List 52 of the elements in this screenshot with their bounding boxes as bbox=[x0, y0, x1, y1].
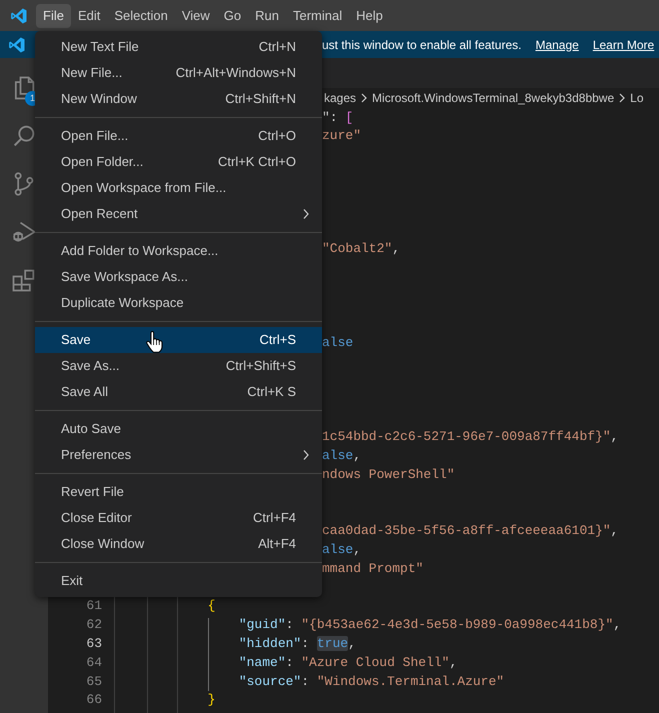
code-line: } bbox=[206, 691, 216, 710]
menu-item-label: Revert File bbox=[61, 483, 124, 502]
line-number: 62 bbox=[85, 616, 102, 634]
line-number: 61 bbox=[85, 597, 102, 616]
code-line: "source": "Windows.Terminal.Azure" bbox=[238, 672, 504, 691]
code-line: alse, bbox=[322, 447, 362, 466]
menu-item-label: Add Folder to Workspace... bbox=[61, 242, 218, 260]
menu-item-label: Close Editor bbox=[61, 509, 132, 528]
code-line: alse bbox=[322, 334, 354, 352]
code-line: "Cobalt2", bbox=[322, 240, 400, 258]
menu-item-label: New File... bbox=[61, 64, 122, 82]
code-line: "guid": "{b453ae62-4e3d-5e58-b989-0a998ec441b8}", bbox=[238, 616, 622, 634]
shortcut-label: Ctrl+F4 bbox=[253, 509, 296, 528]
shortcut-label: Ctrl+N bbox=[258, 38, 296, 56]
menu-item-label: Save Workspace As... bbox=[61, 268, 188, 286]
menu-item-label: New Window bbox=[61, 90, 137, 108]
banner-message: ust this window to enable all features. bbox=[322, 36, 522, 54]
shortcut-label: Ctrl+Shift+S bbox=[226, 357, 296, 376]
line-number: 66 bbox=[85, 691, 102, 710]
line-number: 65 bbox=[85, 672, 102, 691]
shortcut-label: Ctrl+Alt+Windows+N bbox=[176, 64, 296, 82]
menu-item-label: Save All bbox=[61, 383, 108, 402]
menu-item-label: Open Workspace from File... bbox=[61, 179, 226, 198]
menu-item-label: New Text File bbox=[61, 38, 139, 56]
line-number: 63 bbox=[85, 634, 102, 653]
shortcut-label: Ctrl+K Ctrl+O bbox=[218, 153, 296, 172]
menu-item-label: Open File... bbox=[61, 127, 128, 146]
code-line: ndows PowerShell" bbox=[322, 466, 455, 484]
code-line: ": [ bbox=[322, 108, 354, 127]
code-line: zure" bbox=[322, 127, 362, 146]
code-line: 1c54bbd-c2c6-5271-96e7-009a87ff44bf}", bbox=[322, 428, 618, 446]
menu-item-label: Save As... bbox=[61, 357, 120, 376]
code-line: { bbox=[206, 597, 216, 616]
code-line: caa0dad-35be-5f56-a8ff-afceeeaa6101}", bbox=[322, 522, 618, 540]
code-line: "hidden": true, bbox=[238, 634, 356, 653]
menu-item-label: Auto Save bbox=[61, 420, 121, 438]
menu-item-label: Save bbox=[61, 331, 91, 350]
menu-item-label: Open Folder... bbox=[61, 153, 144, 172]
menu-item-label: Duplicate Workspace bbox=[61, 294, 184, 312]
line-number: 64 bbox=[85, 654, 102, 672]
code-line: mmand Prompt" bbox=[322, 560, 424, 578]
menu-item-label: Exit bbox=[61, 572, 83, 590]
shortcut-label: Ctrl+Shift+N bbox=[225, 90, 296, 108]
menu-item-label: Preferences bbox=[61, 446, 132, 464]
menu-item-label: Close Window bbox=[61, 535, 144, 554]
shortcut-label: Ctrl+K S bbox=[247, 383, 296, 402]
shortcut-label: Ctrl+O bbox=[258, 127, 296, 146]
menu-item-label: Open Recent bbox=[61, 205, 138, 224]
code-line: alse, bbox=[322, 541, 362, 559]
shortcut-label: Ctrl+S bbox=[260, 331, 296, 350]
shortcut-label: Alt+F4 bbox=[258, 535, 296, 554]
code-line: "name": "Azure Cloud Shell", bbox=[238, 654, 458, 672]
